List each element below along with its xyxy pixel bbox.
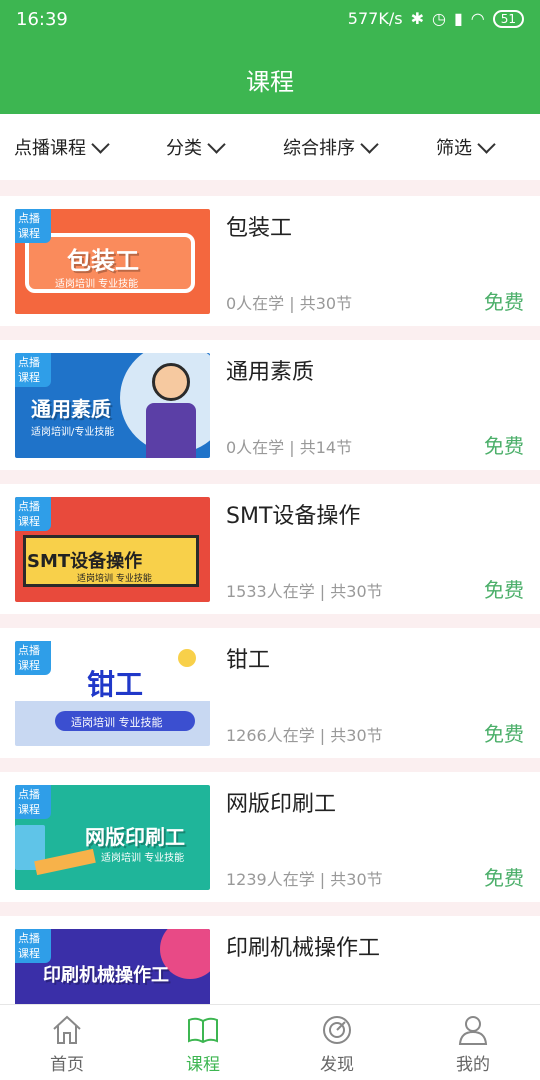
book-icon [188, 1017, 218, 1044]
course-list[interactable]: 点播课程 包装工 适岗培训 专业技能 包装工 0人在学 | 共30节 免费 点播… [0, 180, 540, 1004]
course-thumbnail: 点播课程 钳工 适岗培训 专业技能 [15, 641, 210, 746]
course-meta: 1239人在学 | 共30节 [226, 870, 383, 889]
course-name: SMT设备操作 [226, 504, 361, 529]
tab-home[interactable]: 首页 [22, 1013, 112, 1075]
user-icon [458, 1016, 488, 1045]
tab-label: 课程 [186, 1055, 220, 1075]
chevron-down-icon [477, 134, 496, 154]
banner-subtitle: 适岗培训 专业技能 [55, 279, 139, 290]
banner-title: 钳工 [87, 668, 144, 701]
filter-label: 综合排序 [283, 138, 355, 159]
status-time: 16:39 [16, 9, 68, 30]
course-type-tag: 点播课程 [15, 641, 51, 675]
banner-title: 通用素质 [31, 397, 111, 421]
header: 课程 [0, 40, 540, 114]
banner-title: 包装工 [67, 247, 139, 275]
banner-title: SMT设备操作 [27, 551, 143, 572]
course-name: 印刷机械操作工 [226, 936, 381, 961]
course-item-screen-print[interactable]: 点播课程 网版印刷工 适岗培训 专业技能 网版印刷工 1239人在学 | 共30… [0, 772, 540, 902]
bluetooth-icon: ✱ [410, 9, 424, 28]
course-name: 网版印刷工 [226, 792, 337, 817]
course-thumbnail: 点播课程 印刷机械操作工 [15, 929, 210, 1004]
course-price: 免费 [484, 722, 524, 746]
course-price: 免费 [484, 866, 524, 890]
filter-sort[interactable]: 综合排序 [283, 134, 379, 160]
course-name: 包装工 [226, 216, 293, 241]
course-price: 免费 [484, 290, 524, 314]
course-thumbnail: 点播课程 SMT设备操作 适岗培训 专业技能 [15, 497, 210, 602]
wifi-icon: ◠ [470, 9, 485, 28]
signal-icon: ▮ [453, 9, 463, 28]
course-name: 钳工 [226, 648, 271, 673]
banner-subtitle: 适岗培训 专业技能 [77, 574, 152, 584]
filter-label: 点播课程 [14, 138, 86, 159]
course-price: 免费 [484, 434, 524, 458]
course-type-tag: 点播课程 [15, 785, 51, 819]
chevron-down-icon [360, 134, 379, 154]
course-meta: 1266人在学 | 共30节 [226, 726, 383, 745]
course-thumbnail: 点播课程 网版印刷工 适岗培训 专业技能 [15, 785, 210, 890]
course-item-packing[interactable]: 点播课程 包装工 适岗培训 专业技能 包装工 0人在学 | 共30节 免费 [0, 196, 540, 326]
banner-title: 印刷机械操作工 [43, 965, 169, 986]
course-item-print-machine[interactable]: 点播课程 印刷机械操作工 印刷机械操作工 [0, 916, 540, 1004]
course-type-tag: 点播课程 [15, 209, 51, 243]
filter-label: 筛选 [436, 138, 472, 159]
filter-category[interactable]: 分类 [166, 134, 226, 160]
course-item-fitter[interactable]: 点播课程 钳工 适岗培训 专业技能 钳工 1266人在学 | 共30节 免费 [0, 628, 540, 758]
chevron-down-icon [91, 134, 110, 154]
course-meta: 0人在学 | 共14节 [226, 438, 353, 457]
course-item-general[interactable]: 点播课程 通用素质 适岗培训/专业技能 通用素质 0人在学 | 共14节 免费 [0, 340, 540, 470]
banner-subtitle: 适岗培训 专业技能 [101, 853, 185, 864]
tab-discover[interactable]: 发现 [292, 1013, 382, 1075]
person-illustration [152, 363, 190, 401]
filter-label: 分类 [166, 138, 202, 159]
filter-bar: 点播课程 分类 综合排序 筛选 [0, 114, 540, 180]
page-title: 课程 [246, 68, 294, 96]
course-item-smt[interactable]: 点播课程 SMT设备操作 适岗培训 专业技能 SMT设备操作 1533人在学 |… [0, 484, 540, 614]
status-icons: 577K/s ✱ ◷ ▮ ◠ 51 [348, 9, 524, 28]
alarm-icon: ◷ [431, 9, 446, 28]
tab-label: 我的 [456, 1055, 490, 1075]
tab-label: 首页 [50, 1055, 84, 1075]
course-thumbnail: 点播课程 通用素质 适岗培训/专业技能 [15, 353, 210, 458]
course-thumbnail: 点播课程 包装工 适岗培训 专业技能 [15, 209, 210, 314]
course-price: 免费 [484, 578, 524, 602]
compass-icon [323, 1016, 351, 1044]
course-name: 通用素质 [226, 360, 315, 385]
course-meta: 1533人在学 | 共30节 [226, 582, 383, 601]
status-bar: 16:39 577K/s ✱ ◷ ▮ ◠ 51 [0, 0, 540, 40]
filter-course-type[interactable]: 点播课程 [14, 134, 110, 160]
chevron-down-icon [207, 134, 226, 154]
tab-mine[interactable]: 我的 [428, 1013, 518, 1075]
bottom-tab-bar: 首页 课程 发现 我的 [0, 1004, 540, 1080]
banner-subtitle: 适岗培训 专业技能 [71, 716, 163, 729]
tab-courses[interactable]: 课程 [158, 1013, 248, 1075]
tab-label: 发现 [320, 1055, 354, 1075]
lightbulb-icon [178, 649, 196, 667]
banner-subtitle: 适岗培训/专业技能 [31, 427, 115, 438]
home-icon [53, 1015, 81, 1044]
course-meta: 0人在学 | 共30节 [226, 294, 353, 313]
course-type-tag: 点播课程 [15, 929, 51, 963]
course-type-tag: 点播课程 [15, 353, 51, 387]
course-type-tag: 点播课程 [15, 497, 51, 531]
battery-icon: 51 [492, 9, 524, 28]
filter-screen[interactable]: 筛选 [436, 134, 496, 160]
banner-title: 网版印刷工 [85, 825, 185, 849]
network-speed: 577K/s [347, 9, 403, 28]
